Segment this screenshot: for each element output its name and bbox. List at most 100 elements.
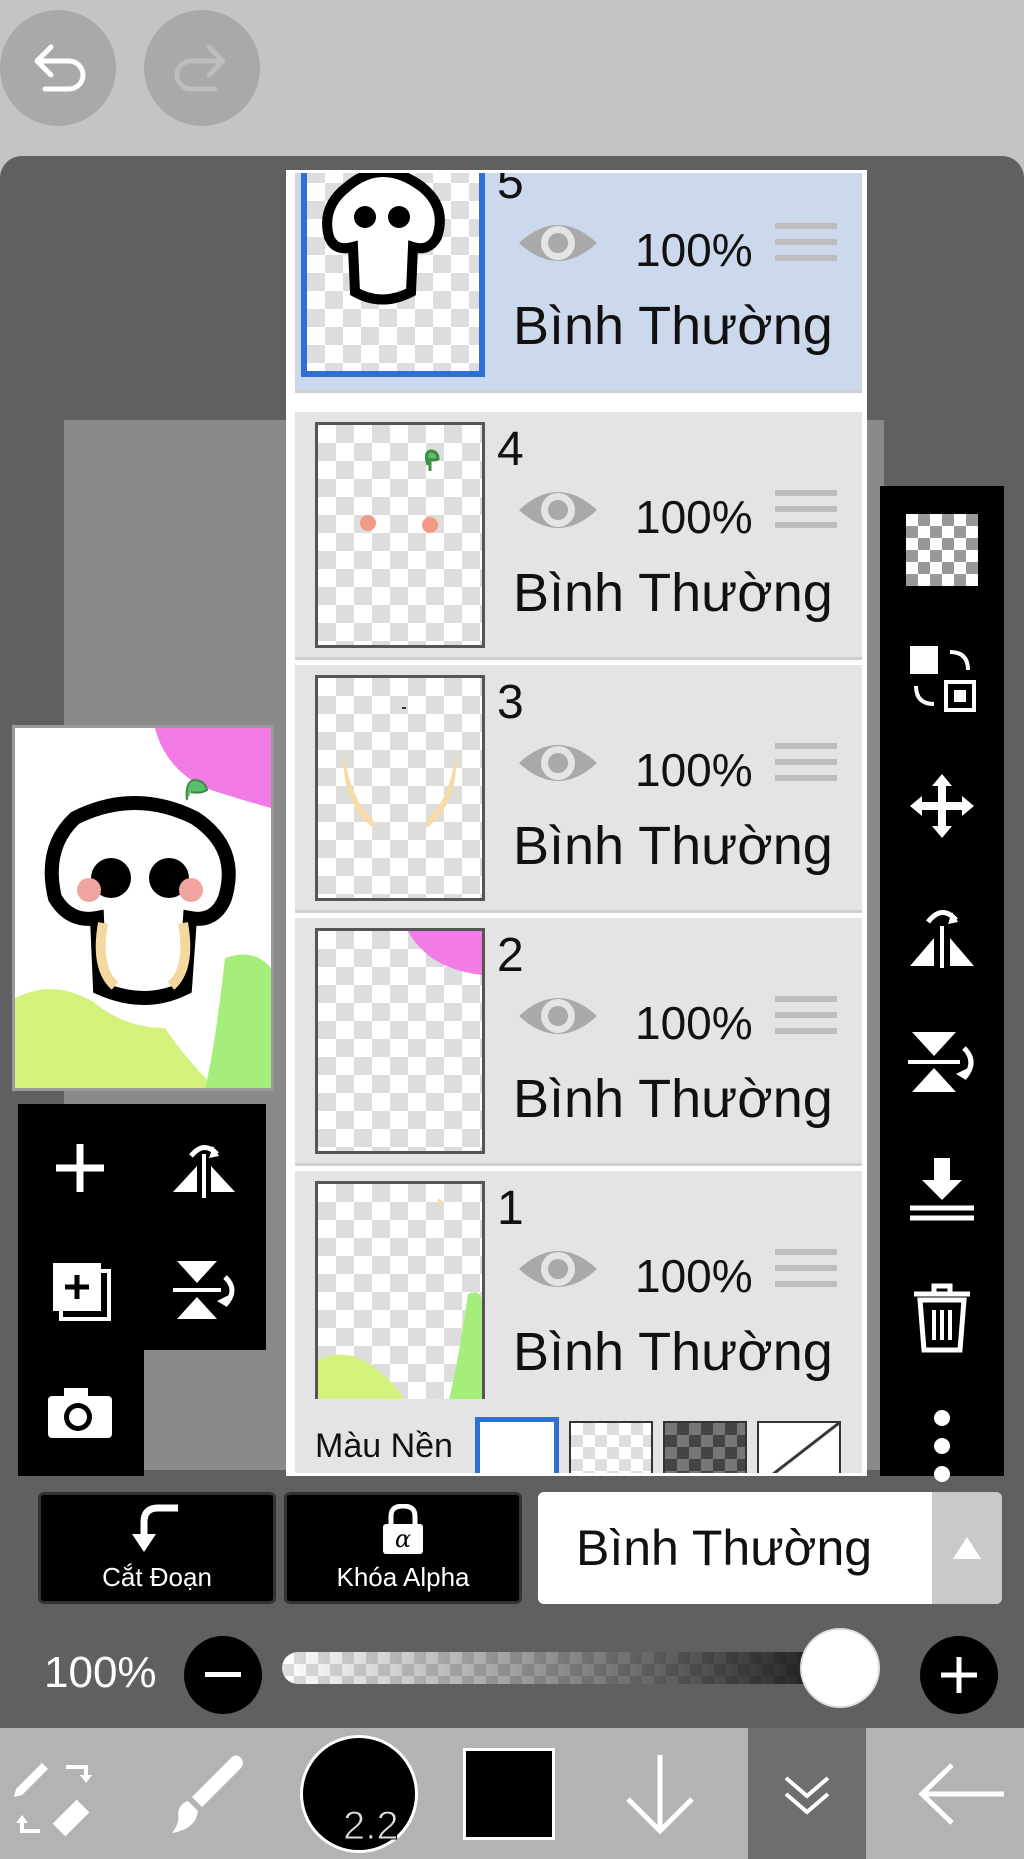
top-toolbar [0,0,1024,156]
layer-blend-mode: Bình Thường [513,1322,833,1382]
eye-icon[interactable] [515,735,601,791]
blend-mode-select[interactable]: Bình Thường [538,1492,1002,1604]
layer-thumbnail[interactable] [315,675,485,901]
layer-thumbnail[interactable] [301,173,485,377]
redo-button[interactable] [144,10,260,126]
layer-number: 3 [497,676,524,729]
camera-button[interactable] [20,1352,140,1472]
brush-tool-button[interactable] [150,1728,260,1859]
flip-layer-horizontal-button[interactable] [144,1108,264,1228]
transparent-icon [906,514,978,586]
move-icon [910,774,974,838]
opacity-slider[interactable] [282,1652,872,1684]
layer-row[interactable]: 2 100% Bình Thường [295,918,862,1166]
flip-vertical-button[interactable] [880,998,1004,1126]
layer-blend-mode: Bình Thường [513,296,833,356]
flip-layer-vertical-button[interactable] [144,1230,264,1350]
background-checker-light-option[interactable] [569,1421,653,1473]
camera-icon [48,1388,112,1438]
duplicate-layer-button[interactable] [20,1230,140,1350]
alpha-lock-icon: α [383,1503,423,1554]
layer-panel: 5 100% Bình Thường 4 100% Bình Thường 3 … [286,170,867,1476]
eye-icon[interactable] [515,215,601,271]
delete-layer-button[interactable] [880,1254,1004,1382]
brush-size-indicator: 2.2 [300,1734,418,1853]
double-chevron-down-icon [784,1775,830,1815]
brush-size-value: 2.2 [343,1803,400,1848]
drag-handle-icon[interactable] [775,1249,837,1297]
blend-mode-dropdown[interactable] [932,1492,1002,1604]
primary-color-swatch [463,1747,555,1840]
clipping-label: Cắt Đoạn [102,1561,212,1592]
background-color-label: Màu Nền [315,1427,453,1465]
layer-row[interactable]: 1 100% Bình Thường [295,1171,862,1419]
back-button[interactable] [900,1728,1024,1859]
clipping-button[interactable]: Cắt Đoạn [38,1492,276,1604]
drag-handle-icon[interactable] [775,490,837,538]
layer-thumbnail[interactable] [315,928,485,1154]
opacity-decrease-button[interactable] [184,1636,262,1714]
layer-number: 4 [497,423,524,476]
trash-icon [914,1283,970,1353]
minus-icon [205,1672,241,1677]
layer-opacity: 100% [635,224,753,276]
artwork-preview [12,725,274,1091]
undo-button[interactable] [0,10,116,126]
more-vertical-icon [934,1410,950,1482]
duplicate-layer-icon [53,1263,111,1321]
layer-thumbnail[interactable] [315,422,485,648]
layer-down-button[interactable] [610,1728,710,1859]
eye-icon[interactable] [515,988,601,1044]
flip-horizontal-button[interactable] [880,870,1004,998]
layer-number: 5 [497,170,524,209]
layer-row[interactable]: 3 100% Bình Thường [295,665,862,913]
background-white-option[interactable] [475,1417,559,1473]
plus-icon [56,1144,104,1192]
transparent-fill-button[interactable] [880,486,1004,614]
flip-horizontal-icon [173,1145,235,1198]
layer-row[interactable]: 5 100% Bình Thường [295,170,862,393]
clip-arrow-icon [132,1504,178,1552]
tool-switch-button[interactable] [0,1728,110,1859]
triangle-up-icon [953,1537,981,1559]
layer-row[interactable]: 4 100% Bình Thường [295,412,862,660]
alpha-lock-label: Khóa Alpha [336,1561,470,1592]
layer-thumbnail[interactable] [315,1181,485,1407]
arrow-left-icon [918,1762,1004,1825]
alpha-lock-button[interactable]: α Khóa Alpha [284,1492,522,1604]
brush-size-button[interactable]: 2.2 [300,1728,418,1859]
layer-blend-mode: Bình Thường [513,816,833,876]
layer-panel-toggle-button[interactable] [748,1728,866,1859]
swap-layer-button[interactable] [880,614,1004,742]
flip-vertical-icon [173,1261,235,1319]
background-checker-dark-option[interactable] [663,1421,747,1473]
flip-vertical-icon [908,1032,974,1092]
brush-icon [172,1754,243,1833]
redo-icon [174,44,226,92]
layer-opacity: 100% [635,491,753,543]
opacity-slider-knob[interactable] [800,1628,880,1708]
color-picker-button[interactable] [462,1728,556,1859]
layer-number: 2 [497,929,524,982]
svg-text:α: α [395,1525,411,1553]
undo-icon [34,44,86,92]
merge-down-icon [910,1158,974,1221]
move-layer-button[interactable] [880,742,1004,870]
drag-handle-icon[interactable] [775,996,837,1044]
layer-blend-mode: Bình Thường [513,1069,833,1129]
layer-opacity: 100% [635,1250,753,1302]
merge-down-button[interactable] [880,1126,1004,1254]
eye-icon[interactable] [515,482,601,538]
eye-icon[interactable] [515,1241,601,1297]
flip-horizontal-icon [910,910,974,968]
background-none-option[interactable] [757,1421,841,1473]
layer-number: 1 [497,1182,524,1235]
drag-handle-icon[interactable] [775,743,837,791]
opacity-increase-button[interactable] [920,1636,998,1714]
layer-opacity: 100% [635,997,753,1049]
preview-drawing [15,728,271,1088]
add-layer-button[interactable] [20,1108,140,1228]
more-options-button[interactable] [880,1382,1004,1510]
drag-handle-icon[interactable] [775,223,837,271]
background-color-row: Màu Nền [295,1399,862,1473]
